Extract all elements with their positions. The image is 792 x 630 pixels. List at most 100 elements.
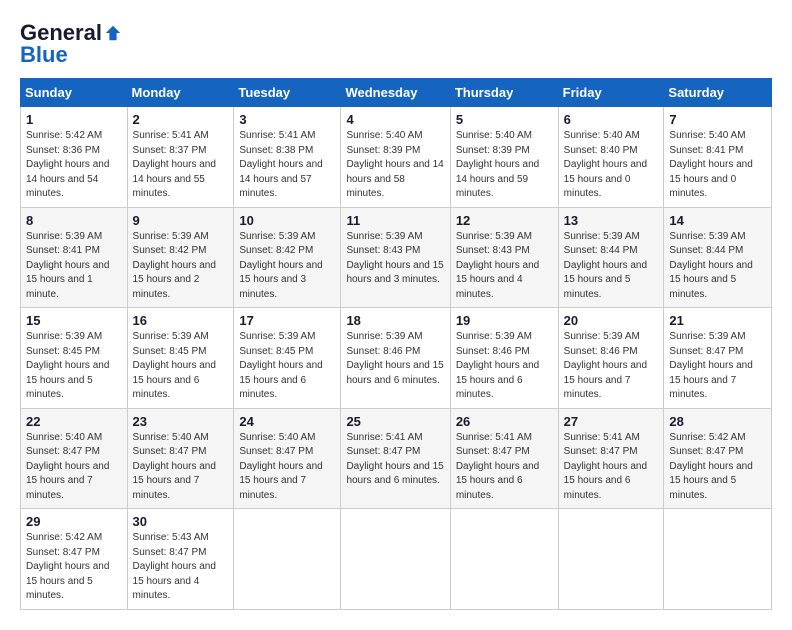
day-number: 5 bbox=[456, 112, 553, 127]
calendar-cell: 17 Sunrise: 5:39 AM Sunset: 8:45 PM Dayl… bbox=[234, 308, 341, 409]
day-info: Sunrise: 5:39 AM Sunset: 8:43 PM Dayligh… bbox=[346, 230, 444, 288]
day-info: Sunrise: 5:39 AM Sunset: 8:46 PM Dayligh… bbox=[346, 330, 444, 388]
day-info: Sunrise: 5:41 AM Sunset: 8:37 PM Dayligh… bbox=[133, 129, 229, 202]
day-info: Sunrise: 5:39 AM Sunset: 8:44 PM Dayligh… bbox=[669, 230, 766, 303]
logo-icon bbox=[104, 24, 122, 42]
day-number: 4 bbox=[346, 112, 444, 127]
day-number: 30 bbox=[133, 514, 229, 529]
day-info: Sunrise: 5:39 AM Sunset: 8:44 PM Dayligh… bbox=[564, 230, 659, 303]
day-info: Sunrise: 5:39 AM Sunset: 8:46 PM Dayligh… bbox=[564, 330, 659, 403]
calendar-cell bbox=[664, 509, 772, 610]
logo-blue-text: Blue bbox=[20, 42, 68, 68]
calendar-cell: 5 Sunrise: 5:40 AM Sunset: 8:39 PM Dayli… bbox=[450, 107, 558, 208]
day-info: Sunrise: 5:41 AM Sunset: 8:47 PM Dayligh… bbox=[564, 431, 659, 504]
calendar-cell: 19 Sunrise: 5:39 AM Sunset: 8:46 PM Dayl… bbox=[450, 308, 558, 409]
day-number: 15 bbox=[26, 313, 122, 328]
day-info: Sunrise: 5:39 AM Sunset: 8:45 PM Dayligh… bbox=[133, 330, 229, 403]
day-number: 16 bbox=[133, 313, 229, 328]
calendar-cell: 9 Sunrise: 5:39 AM Sunset: 8:42 PM Dayli… bbox=[127, 207, 234, 308]
day-info: Sunrise: 5:42 AM Sunset: 8:47 PM Dayligh… bbox=[26, 531, 122, 604]
calendar-cell: 30 Sunrise: 5:43 AM Sunset: 8:47 PM Dayl… bbox=[127, 509, 234, 610]
day-number: 28 bbox=[669, 414, 766, 429]
day-info: Sunrise: 5:43 AM Sunset: 8:47 PM Dayligh… bbox=[133, 531, 229, 604]
col-header-saturday: Saturday bbox=[664, 79, 772, 107]
col-header-tuesday: Tuesday bbox=[234, 79, 341, 107]
calendar-cell: 18 Sunrise: 5:39 AM Sunset: 8:46 PM Dayl… bbox=[341, 308, 450, 409]
calendar-cell bbox=[341, 509, 450, 610]
col-header-wednesday: Wednesday bbox=[341, 79, 450, 107]
day-info: Sunrise: 5:39 AM Sunset: 8:41 PM Dayligh… bbox=[26, 230, 122, 303]
day-number: 1 bbox=[26, 112, 122, 127]
calendar-week-row: 8 Sunrise: 5:39 AM Sunset: 8:41 PM Dayli… bbox=[21, 207, 772, 308]
day-number: 22 bbox=[26, 414, 122, 429]
calendar-week-row: 15 Sunrise: 5:39 AM Sunset: 8:45 PM Dayl… bbox=[21, 308, 772, 409]
day-number: 25 bbox=[346, 414, 444, 429]
day-number: 14 bbox=[669, 213, 766, 228]
day-number: 13 bbox=[564, 213, 659, 228]
calendar-cell: 2 Sunrise: 5:41 AM Sunset: 8:37 PM Dayli… bbox=[127, 107, 234, 208]
day-info: Sunrise: 5:39 AM Sunset: 8:45 PM Dayligh… bbox=[239, 330, 335, 403]
calendar-cell: 1 Sunrise: 5:42 AM Sunset: 8:36 PM Dayli… bbox=[21, 107, 128, 208]
calendar-cell: 13 Sunrise: 5:39 AM Sunset: 8:44 PM Dayl… bbox=[558, 207, 664, 308]
calendar-cell: 10 Sunrise: 5:39 AM Sunset: 8:42 PM Dayl… bbox=[234, 207, 341, 308]
calendar-cell: 24 Sunrise: 5:40 AM Sunset: 8:47 PM Dayl… bbox=[234, 408, 341, 509]
calendar-cell: 11 Sunrise: 5:39 AM Sunset: 8:43 PM Dayl… bbox=[341, 207, 450, 308]
day-info: Sunrise: 5:40 AM Sunset: 8:41 PM Dayligh… bbox=[669, 129, 766, 202]
calendar-header-row: SundayMondayTuesdayWednesdayThursdayFrid… bbox=[21, 79, 772, 107]
calendar-cell: 23 Sunrise: 5:40 AM Sunset: 8:47 PM Dayl… bbox=[127, 408, 234, 509]
day-number: 17 bbox=[239, 313, 335, 328]
calendar-cell: 15 Sunrise: 5:39 AM Sunset: 8:45 PM Dayl… bbox=[21, 308, 128, 409]
day-number: 6 bbox=[564, 112, 659, 127]
calendar-cell: 12 Sunrise: 5:39 AM Sunset: 8:43 PM Dayl… bbox=[450, 207, 558, 308]
day-number: 10 bbox=[239, 213, 335, 228]
day-info: Sunrise: 5:40 AM Sunset: 8:47 PM Dayligh… bbox=[239, 431, 335, 504]
calendar-table: SundayMondayTuesdayWednesdayThursdayFrid… bbox=[20, 78, 772, 610]
calendar-cell: 21 Sunrise: 5:39 AM Sunset: 8:47 PM Dayl… bbox=[664, 308, 772, 409]
day-info: Sunrise: 5:41 AM Sunset: 8:47 PM Dayligh… bbox=[346, 431, 444, 489]
day-info: Sunrise: 5:39 AM Sunset: 8:43 PM Dayligh… bbox=[456, 230, 553, 303]
day-number: 20 bbox=[564, 313, 659, 328]
day-number: 12 bbox=[456, 213, 553, 228]
calendar-cell: 8 Sunrise: 5:39 AM Sunset: 8:41 PM Dayli… bbox=[21, 207, 128, 308]
calendar-cell: 7 Sunrise: 5:40 AM Sunset: 8:41 PM Dayli… bbox=[664, 107, 772, 208]
day-number: 3 bbox=[239, 112, 335, 127]
col-header-sunday: Sunday bbox=[21, 79, 128, 107]
day-info: Sunrise: 5:40 AM Sunset: 8:39 PM Dayligh… bbox=[456, 129, 553, 202]
day-info: Sunrise: 5:39 AM Sunset: 8:46 PM Dayligh… bbox=[456, 330, 553, 403]
calendar-week-row: 1 Sunrise: 5:42 AM Sunset: 8:36 PM Dayli… bbox=[21, 107, 772, 208]
day-number: 8 bbox=[26, 213, 122, 228]
calendar-week-row: 29 Sunrise: 5:42 AM Sunset: 8:47 PM Dayl… bbox=[21, 509, 772, 610]
day-info: Sunrise: 5:40 AM Sunset: 8:47 PM Dayligh… bbox=[26, 431, 122, 504]
calendar-cell bbox=[450, 509, 558, 610]
calendar-cell: 29 Sunrise: 5:42 AM Sunset: 8:47 PM Dayl… bbox=[21, 509, 128, 610]
day-number: 2 bbox=[133, 112, 229, 127]
calendar-cell: 26 Sunrise: 5:41 AM Sunset: 8:47 PM Dayl… bbox=[450, 408, 558, 509]
col-header-thursday: Thursday bbox=[450, 79, 558, 107]
calendar-cell: 6 Sunrise: 5:40 AM Sunset: 8:40 PM Dayli… bbox=[558, 107, 664, 208]
calendar-cell: 4 Sunrise: 5:40 AM Sunset: 8:39 PM Dayli… bbox=[341, 107, 450, 208]
day-info: Sunrise: 5:42 AM Sunset: 8:36 PM Dayligh… bbox=[26, 129, 122, 202]
day-info: Sunrise: 5:42 AM Sunset: 8:47 PM Dayligh… bbox=[669, 431, 766, 504]
day-info: Sunrise: 5:41 AM Sunset: 8:38 PM Dayligh… bbox=[239, 129, 335, 202]
calendar-week-row: 22 Sunrise: 5:40 AM Sunset: 8:47 PM Dayl… bbox=[21, 408, 772, 509]
calendar-body: 1 Sunrise: 5:42 AM Sunset: 8:36 PM Dayli… bbox=[21, 107, 772, 610]
day-info: Sunrise: 5:39 AM Sunset: 8:42 PM Dayligh… bbox=[133, 230, 229, 303]
day-info: Sunrise: 5:40 AM Sunset: 8:39 PM Dayligh… bbox=[346, 129, 444, 202]
day-number: 7 bbox=[669, 112, 766, 127]
day-number: 18 bbox=[346, 313, 444, 328]
day-info: Sunrise: 5:41 AM Sunset: 8:47 PM Dayligh… bbox=[456, 431, 553, 504]
page-header: General Blue bbox=[20, 20, 772, 68]
day-number: 27 bbox=[564, 414, 659, 429]
logo: General Blue bbox=[20, 20, 122, 68]
day-number: 23 bbox=[133, 414, 229, 429]
col-header-friday: Friday bbox=[558, 79, 664, 107]
calendar-cell: 20 Sunrise: 5:39 AM Sunset: 8:46 PM Dayl… bbox=[558, 308, 664, 409]
col-header-monday: Monday bbox=[127, 79, 234, 107]
calendar-cell: 27 Sunrise: 5:41 AM Sunset: 8:47 PM Dayl… bbox=[558, 408, 664, 509]
calendar-cell: 25 Sunrise: 5:41 AM Sunset: 8:47 PM Dayl… bbox=[341, 408, 450, 509]
day-number: 29 bbox=[26, 514, 122, 529]
day-number: 21 bbox=[669, 313, 766, 328]
day-number: 26 bbox=[456, 414, 553, 429]
calendar-cell bbox=[558, 509, 664, 610]
day-info: Sunrise: 5:39 AM Sunset: 8:42 PM Dayligh… bbox=[239, 230, 335, 303]
